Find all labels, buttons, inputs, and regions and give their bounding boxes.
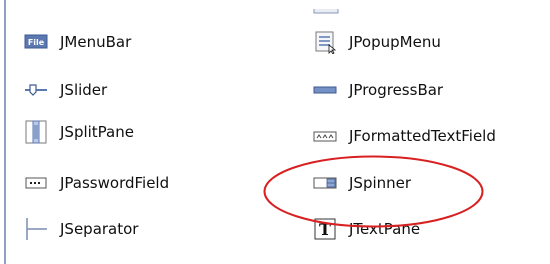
palette-item-jspinner[interactable]: JSpinner bbox=[313, 168, 411, 198]
progressbar-icon bbox=[313, 78, 337, 102]
palette-item-jsplitpane[interactable]: JSplitPane bbox=[24, 117, 134, 147]
palette-item-jmenubar[interactable]: File JMenuBar bbox=[24, 27, 131, 57]
palette-item-jseparator[interactable]: JSeparator bbox=[24, 214, 138, 244]
component-palette: File JMenuBar JSlider JSplitPane JPasswo… bbox=[0, 0, 550, 264]
menubar-icon: File bbox=[24, 30, 48, 54]
popupmenu-icon bbox=[313, 30, 337, 54]
spinner-icon bbox=[313, 171, 337, 195]
svg-text:File: File bbox=[28, 38, 45, 47]
palette-item-jpopupmenu[interactable]: JPopupMenu bbox=[313, 27, 441, 57]
formattedtextfield-icon bbox=[313, 124, 337, 148]
palette-item-jpasswordfield[interactable]: JPasswordField bbox=[24, 168, 169, 198]
palette-item-label: JSlider bbox=[60, 81, 108, 99]
cutoff-item-icon bbox=[313, 0, 341, 14]
palette-item-label: JTextPane bbox=[349, 220, 421, 238]
svg-text:T: T bbox=[319, 220, 331, 239]
separator-icon bbox=[24, 217, 48, 241]
palette-item-jprogressbar[interactable]: JProgressBar bbox=[313, 75, 443, 105]
cutoff-item-icon bbox=[313, 258, 337, 264]
palette-item-label: JSplitPane bbox=[60, 123, 134, 141]
palette-item-label: JPasswordField bbox=[60, 174, 170, 192]
textpane-icon: T bbox=[313, 217, 337, 241]
palette-item-jtextpane[interactable]: T JTextPane bbox=[313, 214, 420, 244]
cutoff-item-icon bbox=[22, 258, 46, 264]
palette-item-label: JPopupMenu bbox=[349, 33, 441, 51]
palette-left-border bbox=[4, 0, 6, 264]
palette-item-label: JFormattedTextField bbox=[349, 127, 496, 145]
passwordfield-icon bbox=[24, 171, 48, 195]
palette-item-label: JSpinner bbox=[349, 174, 412, 192]
palette-item-label: JSeparator bbox=[60, 220, 139, 238]
palette-item-label: JProgressBar bbox=[349, 81, 444, 99]
splitpane-icon bbox=[24, 120, 48, 144]
palette-item-jslider[interactable]: JSlider bbox=[24, 75, 107, 105]
palette-item-jformattedtextfield[interactable]: JFormattedTextField bbox=[313, 121, 496, 151]
palette-item-label: JMenuBar bbox=[60, 33, 132, 51]
slider-icon bbox=[24, 78, 48, 102]
